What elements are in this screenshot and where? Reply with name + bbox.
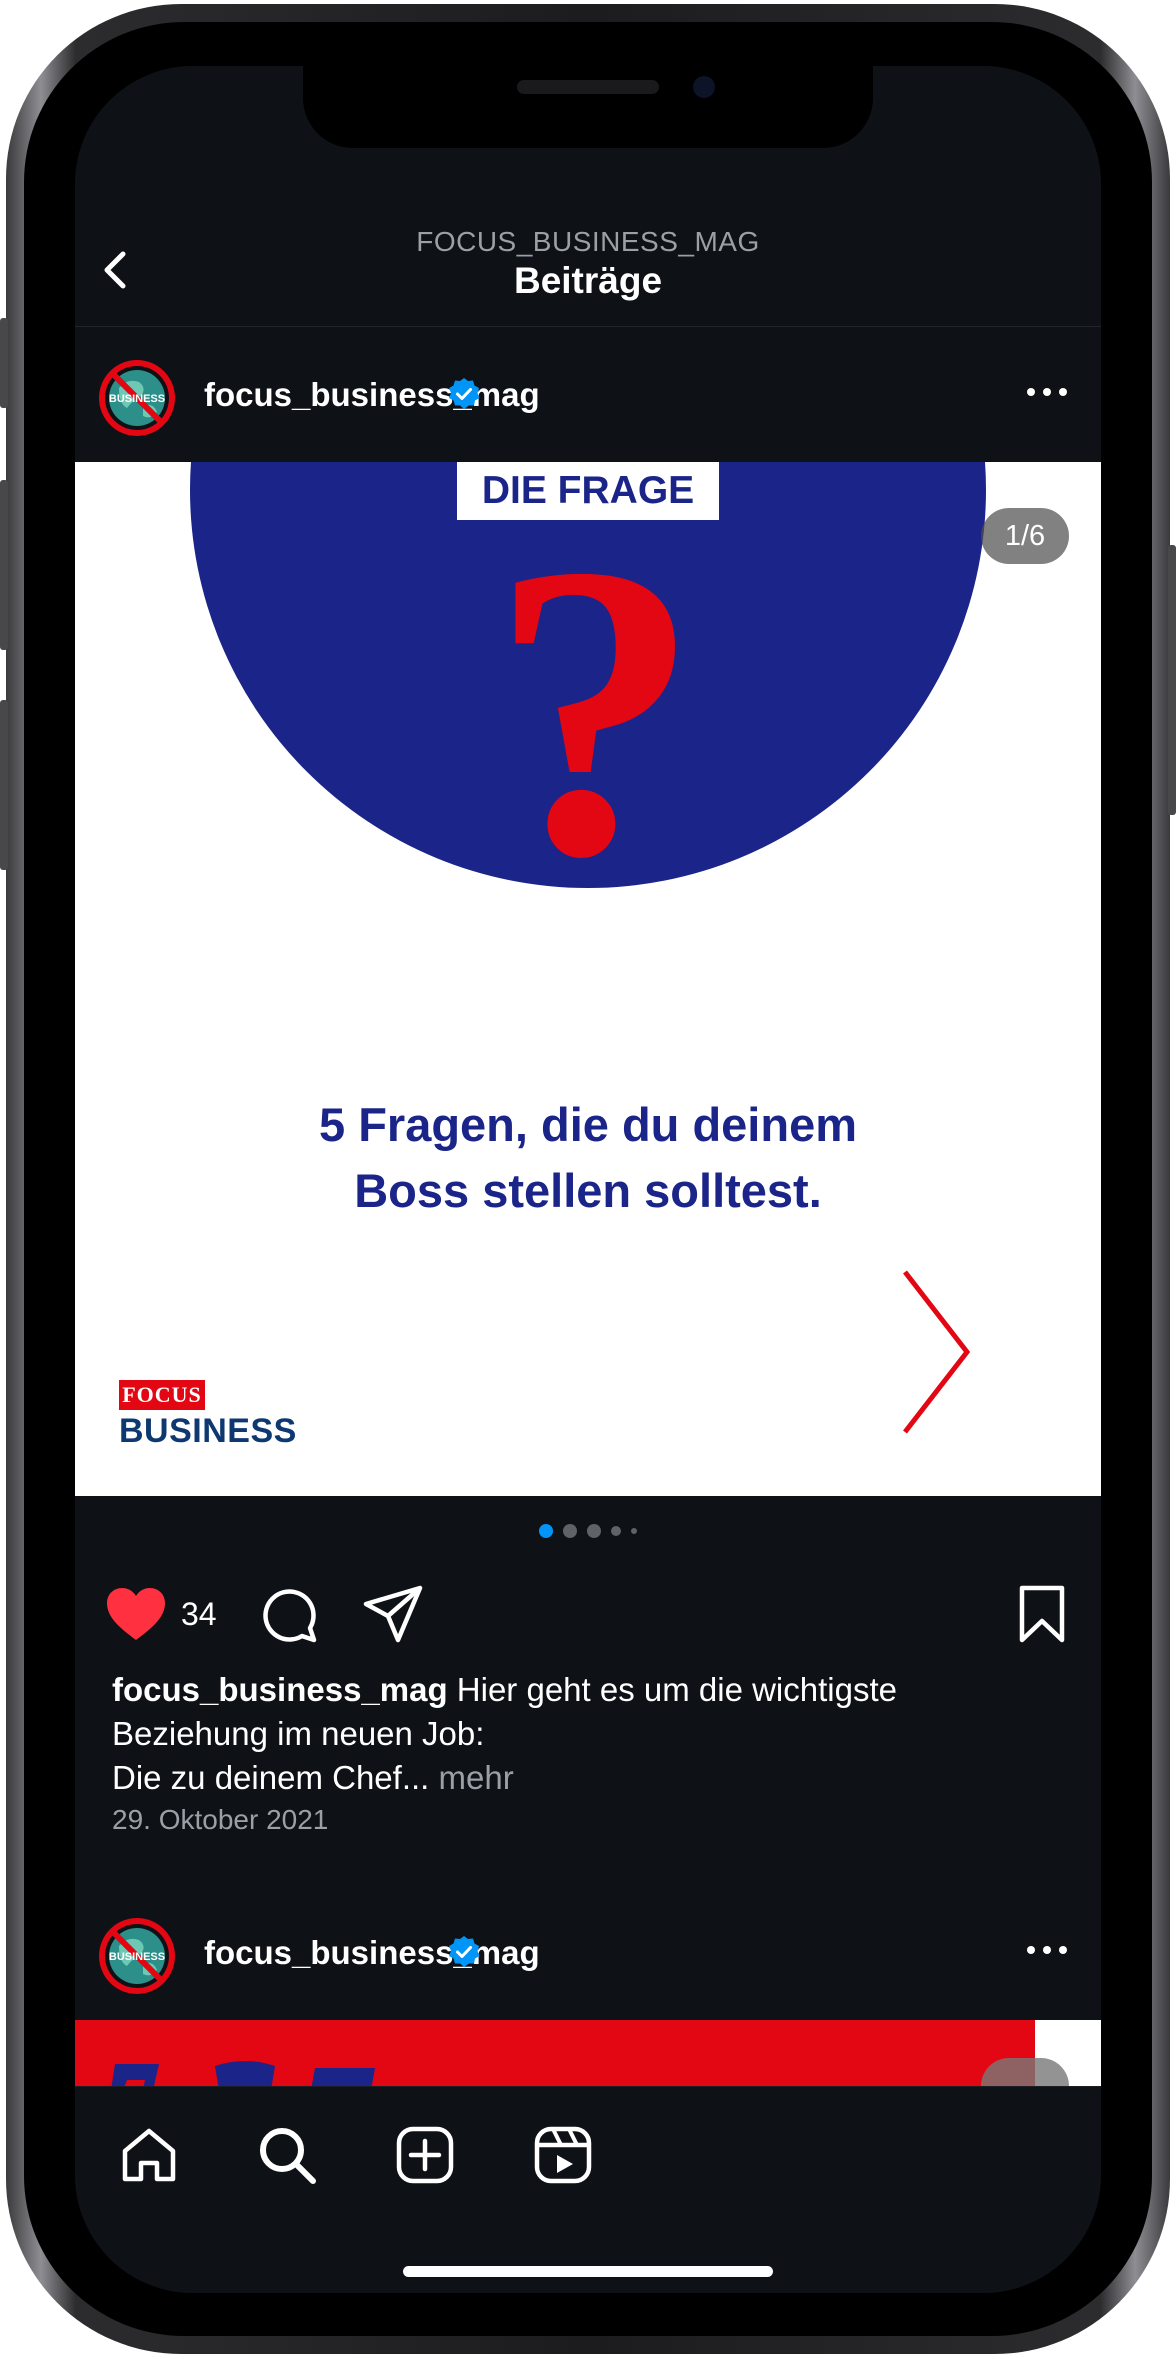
home-indicator[interactable] (403, 2266, 773, 2277)
earpiece (517, 80, 659, 94)
svg-text:BUSINESS: BUSINESS (109, 393, 165, 405)
caption-text-line2: Die zu deinem Chef... (112, 1759, 439, 1796)
volume-up-button (0, 480, 8, 650)
post-header: BUSINESS focus_business_mag (75, 1910, 1101, 2002)
brand-business: BUSINESS (119, 1412, 297, 1450)
page-title: Beiträge (513, 260, 663, 301)
bookmark-icon[interactable] (1017, 1584, 1067, 1644)
carousel-dot (631, 1527, 637, 1534)
volume-down-button (0, 700, 8, 870)
slide-headline-line2: Boss stellen solltest. (354, 1164, 822, 1217)
post-actions: 34 (75, 1574, 1101, 1654)
avatar[interactable]: BUSINESS (97, 358, 177, 438)
post-date: 29. Oktober 2021 (112, 1804, 329, 1835)
reels-icon[interactable] (531, 2123, 595, 2187)
create-icon[interactable] (393, 2123, 457, 2187)
heart-icon[interactable] (105, 1586, 167, 1642)
more-icon[interactable] (1023, 1940, 1071, 1960)
slide-headline-line1: 5 Fragen, die du deinem (319, 1098, 857, 1151)
post-username[interactable]: focus_business_mag (204, 376, 540, 414)
post-header: BUSINESS focus_business_mag (75, 352, 1101, 444)
carousel-dot-active (539, 1523, 553, 1538)
caption-more-link[interactable]: mehr (439, 1759, 514, 1796)
carousel-dot (611, 1525, 621, 1536)
bottom-tab-bar (75, 2086, 1101, 2293)
verified-icon (449, 1936, 480, 1967)
brand-logo: FOCUS BUSINESS (119, 1380, 297, 1451)
side-button (1168, 545, 1176, 815)
front-camera (693, 76, 715, 98)
slide-next-arrow (903, 1270, 971, 1434)
more-icon[interactable] (1023, 382, 1071, 402)
slide-tag: DIE FRAGE (457, 462, 719, 520)
carousel-dots (75, 1522, 1101, 1542)
post-username[interactable]: focus_business_mag (204, 1934, 540, 1972)
carousel-dot (587, 1523, 601, 1538)
app-screen: FOCUS_BUSINESS_MAG Beiträge BUSINESS foc… (75, 66, 1101, 2293)
share-icon[interactable] (362, 1584, 424, 1644)
notch (303, 66, 873, 148)
profile-handle: FOCUS_BUSINESS_MAG (416, 226, 760, 257)
avatar[interactable]: BUSINESS (97, 1916, 177, 1996)
verified-icon (449, 378, 480, 409)
home-icon[interactable] (117, 2123, 181, 2187)
comment-icon[interactable] (260, 1586, 318, 1644)
carousel-counter: 1/6 (981, 508, 1069, 564)
brand-focus: FOCUS (119, 1380, 205, 1410)
search-icon[interactable] (255, 2123, 319, 2187)
like-count[interactable]: 34 (181, 1596, 217, 1633)
caption-username[interactable]: focus_business_mag (112, 1671, 448, 1708)
post-caption: focus_business_mag Hier geht es um die w… (112, 1668, 1052, 1800)
post-carousel[interactable]: DIE FRAGE ? 5 Fragen, die du deinem Boss… (75, 462, 1101, 1496)
svg-text:BUSINESS: BUSINESS (109, 1951, 165, 1963)
question-mark-graphic: ? (490, 552, 700, 943)
mute-switch (0, 318, 8, 408)
carousel-dot (563, 1523, 577, 1538)
svg-text:?: ? (490, 552, 700, 943)
slide-headline: 5 Fragen, die du deinem Boss stellen sol… (75, 1092, 1101, 1224)
